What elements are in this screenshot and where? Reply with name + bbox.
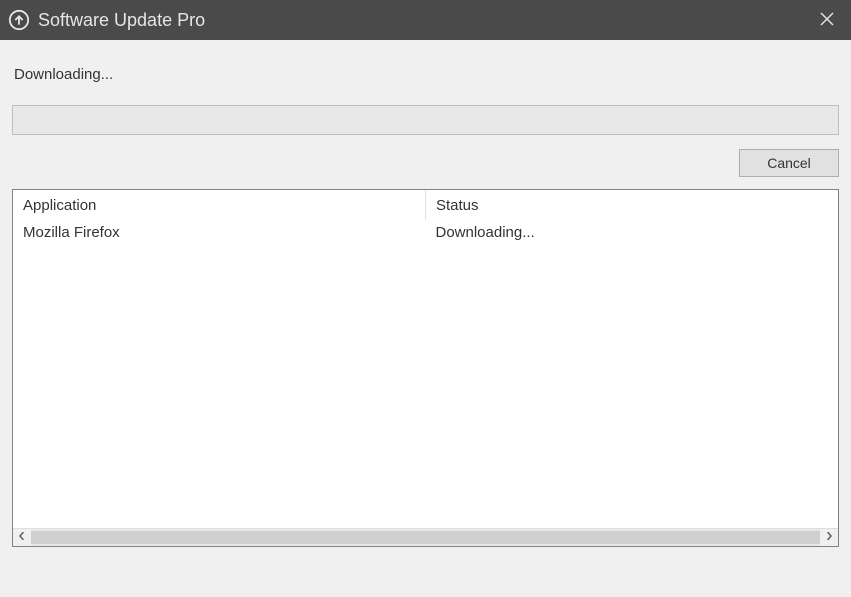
scroll-left-button[interactable]	[13, 529, 31, 546]
status-heading: Downloading...	[14, 66, 839, 83]
horizontal-scrollbar[interactable]	[13, 528, 838, 546]
column-header-application[interactable]: Application	[13, 190, 426, 220]
scroll-right-button[interactable]	[820, 529, 838, 546]
updates-list-pane: Application Status Mozilla Firefox Downl…	[12, 189, 839, 547]
column-header-status[interactable]: Status	[426, 190, 839, 220]
scroll-track[interactable]	[31, 529, 820, 546]
close-icon	[820, 12, 834, 29]
table-row[interactable]: Mozilla Firefox Downloading...	[13, 220, 838, 246]
dialog-body: Downloading... Cancel Application Status	[0, 40, 851, 597]
table-wrapper: Application Status Mozilla Firefox Downl…	[13, 190, 838, 528]
button-row: Cancel	[12, 149, 839, 177]
app-update-icon	[8, 9, 30, 31]
cell-status: Downloading...	[426, 220, 839, 246]
cell-application: Mozilla Firefox	[13, 220, 426, 246]
chevron-left-icon	[18, 532, 26, 543]
cancel-button[interactable]: Cancel	[739, 149, 839, 177]
progress-bar	[12, 105, 839, 135]
close-button[interactable]	[803, 0, 851, 40]
chevron-right-icon	[825, 532, 833, 543]
titlebar: Software Update Pro	[0, 0, 851, 40]
window-title: Software Update Pro	[38, 10, 803, 31]
table-header-row: Application Status	[13, 190, 838, 220]
progress-fill	[13, 106, 30, 134]
updates-table: Application Status Mozilla Firefox Downl…	[13, 190, 838, 246]
scroll-thumb[interactable]	[31, 531, 820, 544]
